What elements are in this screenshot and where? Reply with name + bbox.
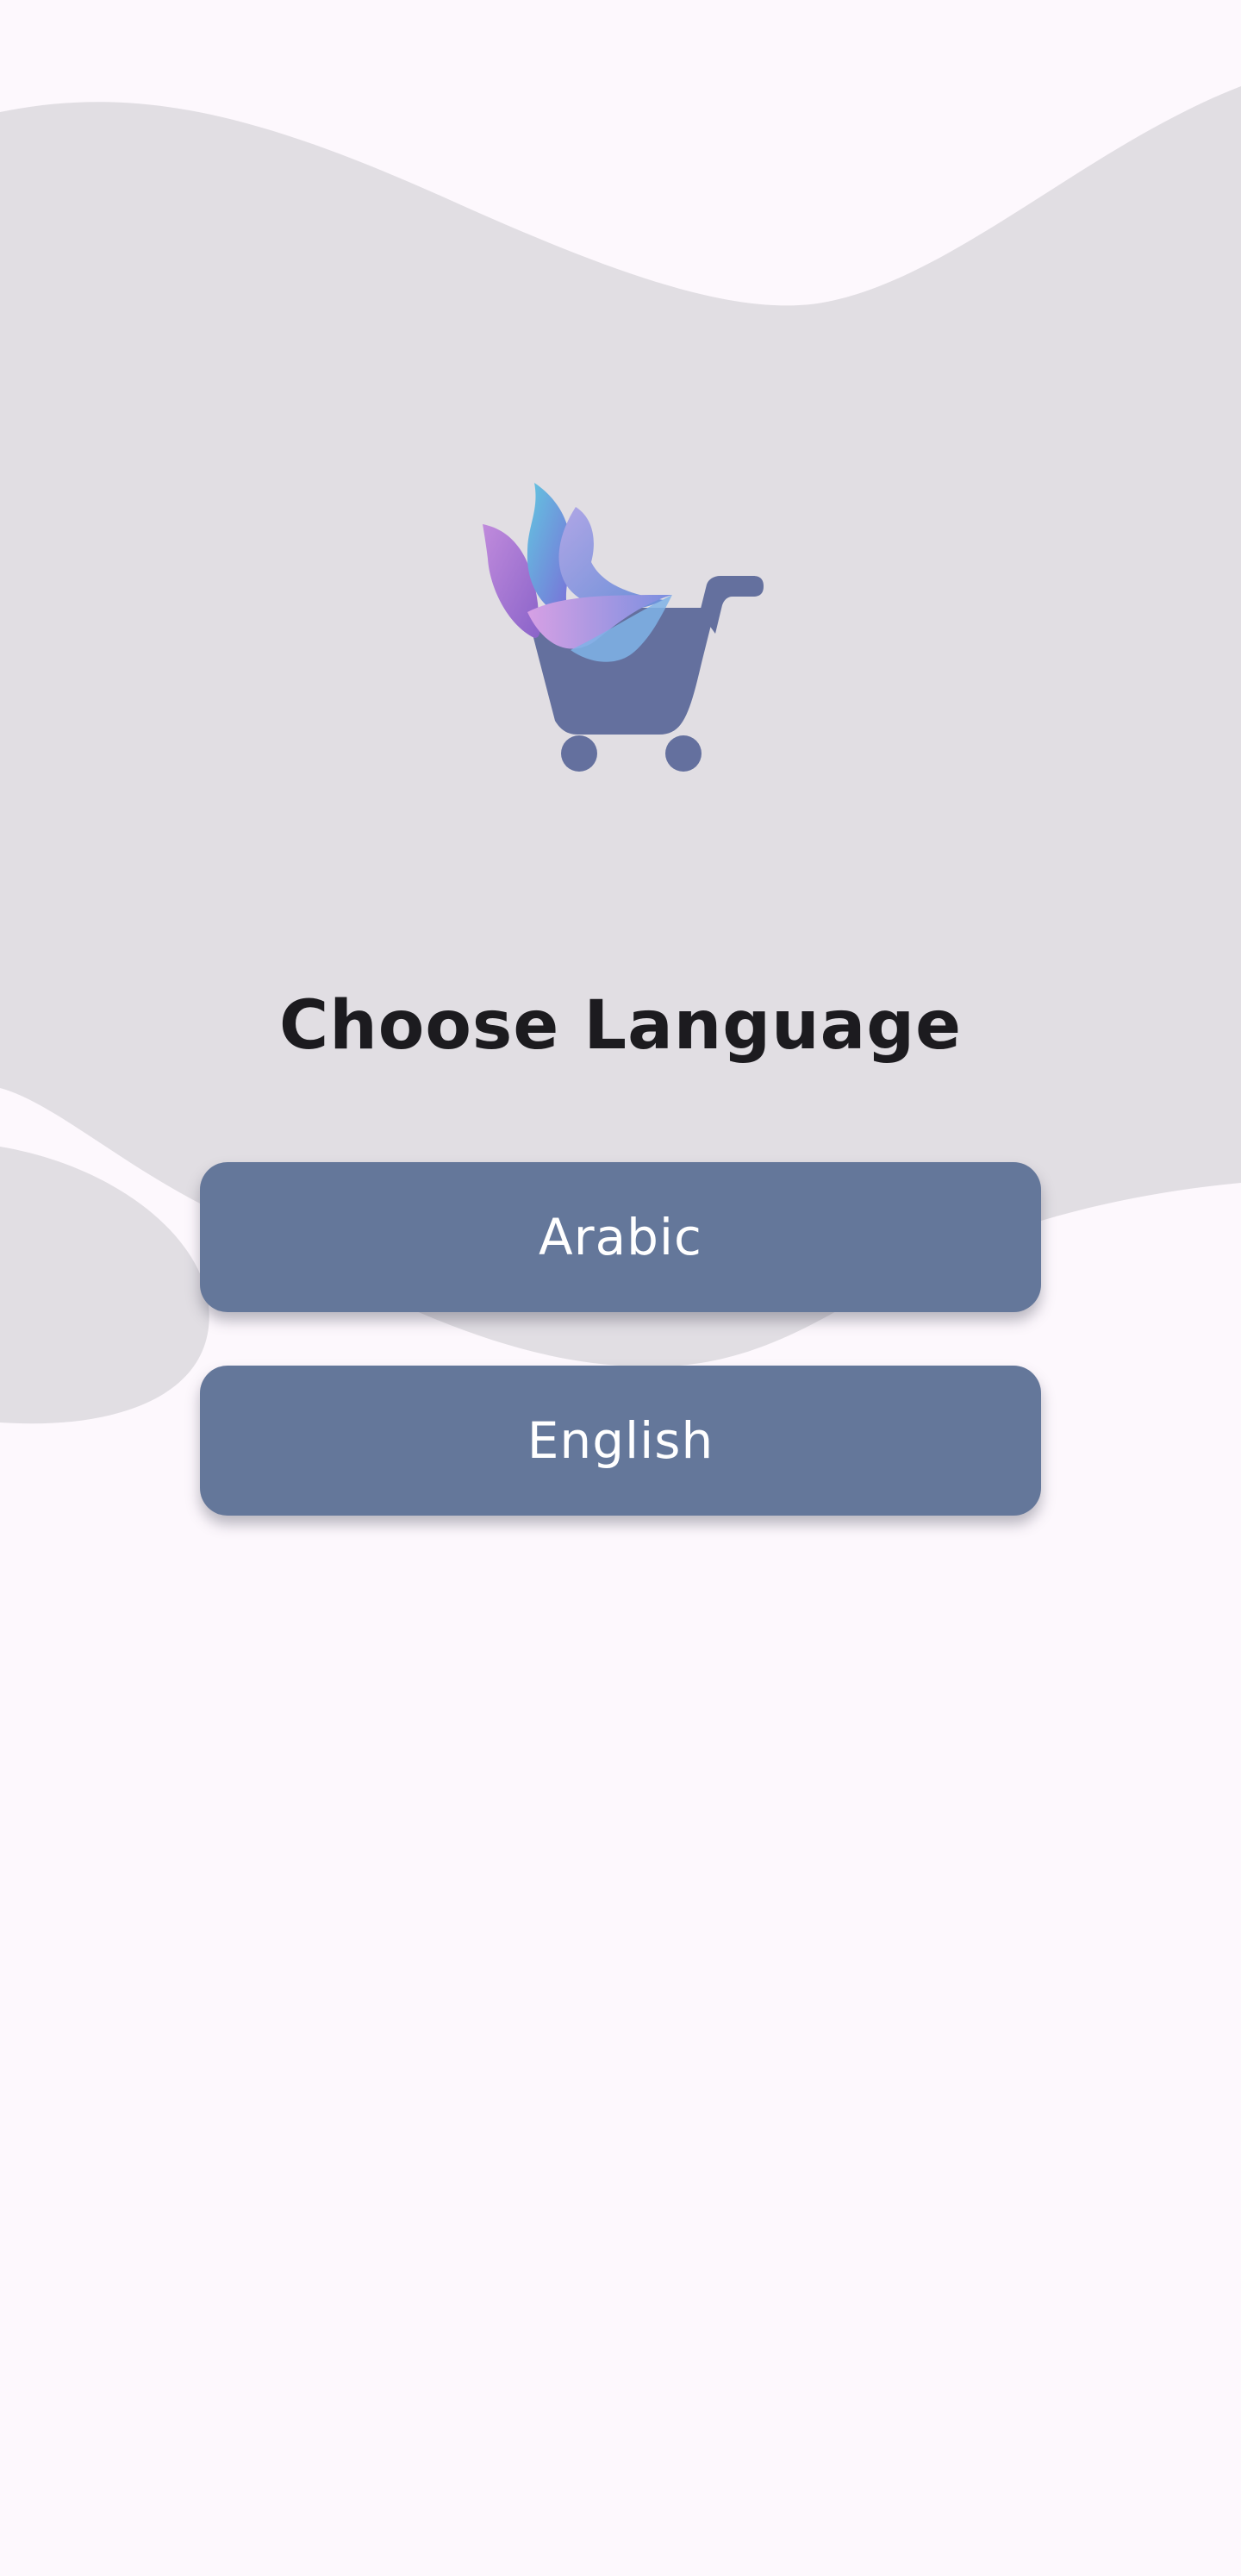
shopping-cart-icon — [483, 483, 764, 772]
english-button-label: English — [527, 1411, 714, 1470]
page-title: Choose Language — [278, 987, 963, 1065]
arabic-button-label: Arabic — [539, 1208, 702, 1266]
arabic-language-button[interactable]: Arabic — [200, 1162, 1041, 1312]
language-selection-screen: Choose Language Arabic English — [0, 0, 1241, 2576]
english-language-button[interactable]: English — [200, 1366, 1041, 1516]
